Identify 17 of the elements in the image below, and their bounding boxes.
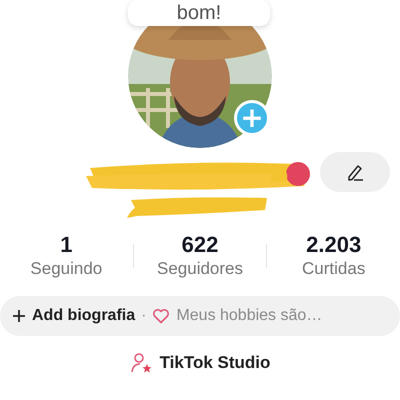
heart-icon: [152, 308, 170, 324]
tooltip-text: bom!: [176, 2, 222, 24]
stat-label[interactable]: Seguindo: [0, 258, 133, 280]
separator-dot: ·: [141, 307, 146, 325]
stat-count: 622: [180, 232, 220, 258]
bio-suggestion: Meus hobbies são…: [176, 307, 322, 325]
add-bio-label: Add biografia: [32, 307, 136, 325]
person-star-icon: [130, 352, 154, 374]
pencil-icon: [346, 163, 364, 181]
stat-count: 1: [59, 232, 74, 258]
edit-button[interactable]: [320, 152, 390, 192]
stat-label[interactable]: Seguidores: [134, 258, 266, 280]
stat-count: 2.203: [305, 232, 362, 258]
stat-label[interactable]: Curtidas: [267, 258, 400, 280]
bio-bar[interactable]: Add biografia · Meus hobbies são…: [0, 296, 400, 336]
plus-icon: [12, 309, 26, 323]
studio-button[interactable]: TikTok Studio: [126, 350, 274, 376]
